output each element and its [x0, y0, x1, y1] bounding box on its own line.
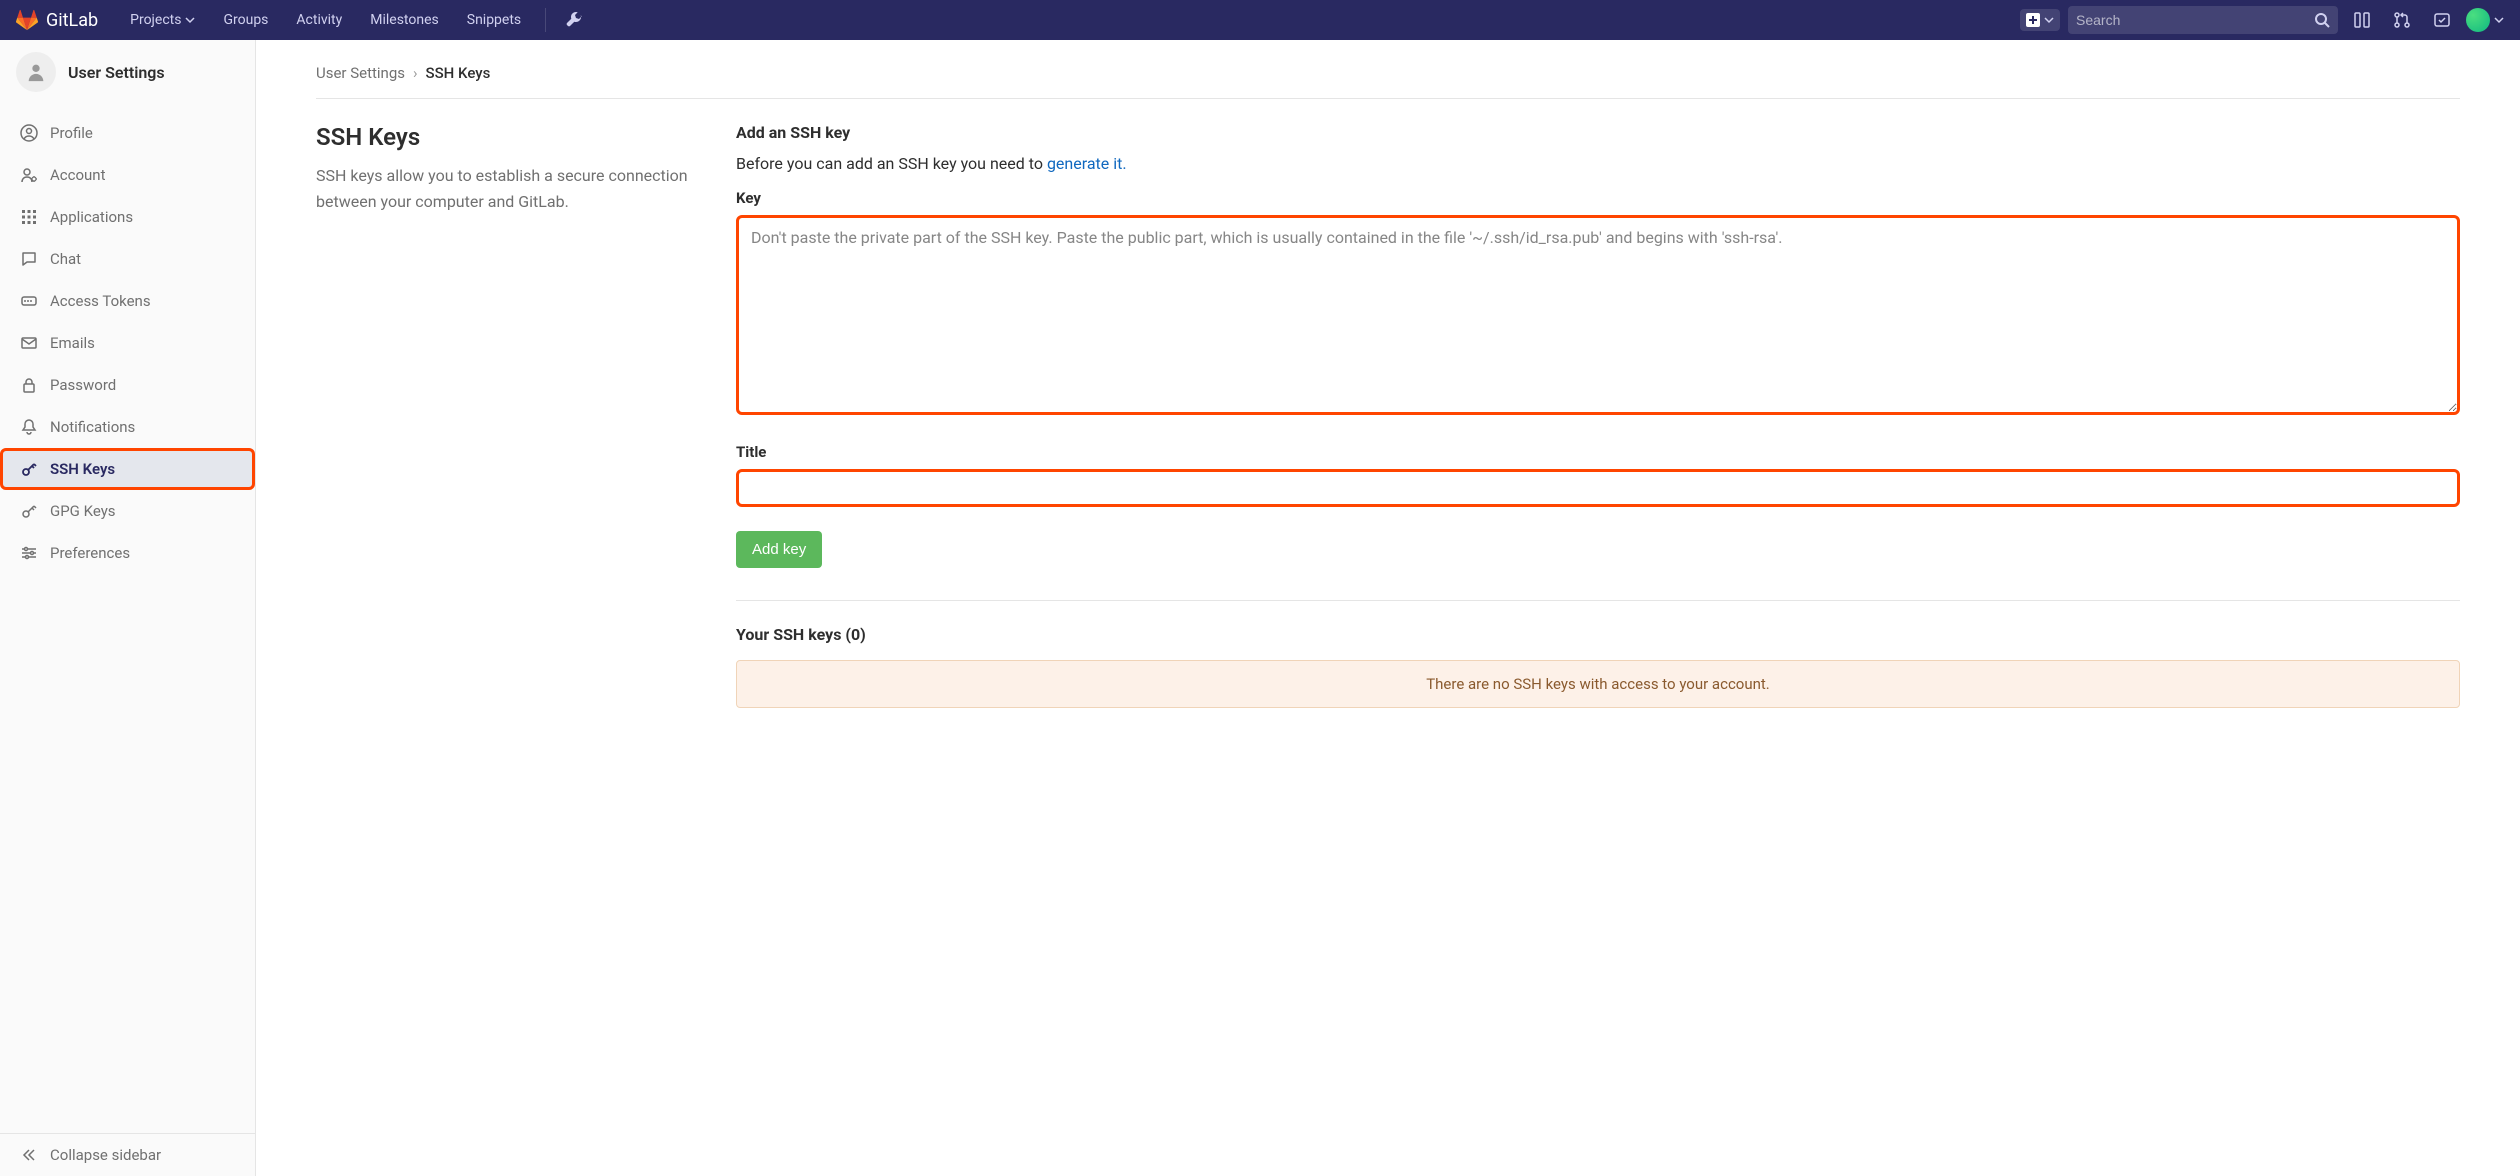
sidebar-title: User Settings — [68, 63, 165, 82]
sidebar-nav: Profile Account Applications Chat Access… — [0, 104, 255, 574]
search-box[interactable] — [2068, 6, 2338, 34]
breadcrumb-current: SSH Keys — [426, 64, 491, 82]
sidebar-item-preferences[interactable]: Preferences — [0, 532, 255, 574]
sidebar-item-label: GPG Keys — [50, 502, 116, 520]
sidebar-item-label: Emails — [50, 334, 95, 352]
nav-snippets[interactable]: Snippets — [455, 0, 533, 40]
form-heading: Add an SSH key — [736, 123, 2460, 142]
new-dropdown-button[interactable] — [2020, 9, 2060, 31]
chat-icon — [20, 250, 38, 268]
title-label: Title — [736, 443, 2460, 461]
collapse-label: Collapse sidebar — [50, 1146, 161, 1164]
brand-text: GitLab — [46, 10, 98, 31]
todos-button[interactable] — [2426, 4, 2458, 36]
user-avatar — [2466, 8, 2490, 32]
admin-wrench-button[interactable] — [558, 4, 590, 36]
sidebar-item-chat[interactable]: Chat — [0, 238, 255, 280]
sidebar-scroll: User Settings Profile Account Applicatio… — [0, 40, 255, 1133]
generate-it-link[interactable]: generate it. — [1047, 154, 1127, 173]
gitlab-icon — [16, 9, 38, 31]
form-intro: Before you can add an SSH key you need t… — [736, 154, 2460, 173]
sidebar-item-gpg-keys[interactable]: GPG Keys — [0, 490, 255, 532]
account-icon — [20, 166, 38, 184]
chevron-right-icon: › — [413, 64, 418, 82]
plus-icon — [2026, 13, 2040, 27]
issues-icon — [2353, 11, 2371, 29]
your-keys-heading: Your SSH keys (0) — [736, 625, 2460, 644]
nav-activity[interactable]: Activity — [284, 0, 354, 40]
sidebar-item-label: Profile — [50, 124, 93, 142]
key-textarea[interactable] — [736, 215, 2460, 415]
applications-icon — [20, 208, 38, 226]
key-icon — [20, 460, 38, 478]
sidebar-item-label: Access Tokens — [50, 292, 151, 310]
user-silhouette-icon — [25, 61, 47, 83]
profile-icon — [20, 124, 38, 142]
divider — [736, 600, 2460, 601]
chevron-down-icon — [185, 15, 195, 25]
navbar-right — [2020, 4, 2504, 36]
sidebar-item-label: Notifications — [50, 418, 135, 436]
chevron-down-icon — [2494, 15, 2504, 25]
sidebar-item-applications[interactable]: Applications — [0, 196, 255, 238]
notifications-icon — [20, 418, 38, 436]
content-left: SSH Keys SSH keys allow you to establish… — [316, 123, 696, 708]
wrench-icon — [566, 12, 582, 28]
sidebar-item-account[interactable]: Account — [0, 154, 255, 196]
main-content: User Settings › SSH Keys SSH Keys SSH ke… — [256, 40, 2520, 1176]
sidebar-item-access-tokens[interactable]: Access Tokens — [0, 280, 255, 322]
gitlab-logo[interactable]: GitLab — [16, 9, 98, 31]
nav-projects[interactable]: Projects — [118, 0, 207, 40]
todos-icon — [2433, 11, 2451, 29]
page-heading: SSH Keys — [316, 123, 696, 151]
sidebar-item-notifications[interactable]: Notifications — [0, 406, 255, 448]
sidebar-item-label: Chat — [50, 250, 81, 268]
sidebar-header: User Settings — [0, 40, 255, 104]
breadcrumb-parent[interactable]: User Settings — [316, 64, 405, 82]
access-tokens-icon — [20, 292, 38, 310]
search-input[interactable] — [2076, 12, 2314, 28]
sidebar: User Settings Profile Account Applicatio… — [0, 40, 256, 1176]
empty-keys-banner: There are no SSH keys with access to you… — [736, 660, 2460, 708]
emails-icon — [20, 334, 38, 352]
sidebar-item-emails[interactable]: Emails — [0, 322, 255, 364]
sidebar-item-ssh-keys[interactable]: SSH Keys — [0, 448, 255, 490]
add-key-button[interactable]: Add key — [736, 531, 822, 568]
content-row: SSH Keys SSH keys allow you to establish… — [316, 123, 2460, 708]
sidebar-item-label: Preferences — [50, 544, 130, 562]
nav-groups[interactable]: Groups — [211, 0, 280, 40]
sidebar-item-label: Account — [50, 166, 106, 184]
collapse-icon — [20, 1146, 38, 1164]
top-navbar: GitLab Projects Groups Activity Mileston… — [0, 0, 2520, 40]
page-layout: User Settings Profile Account Applicatio… — [0, 40, 2520, 1176]
sidebar-item-label: Password — [50, 376, 116, 394]
nav-milestones[interactable]: Milestones — [358, 0, 451, 40]
sidebar-item-profile[interactable]: Profile — [0, 112, 255, 154]
user-menu-button[interactable] — [2466, 8, 2504, 32]
search-icon — [2314, 12, 2330, 28]
sidebar-avatar — [16, 52, 56, 92]
navbar-left: GitLab Projects Groups Activity Mileston… — [16, 0, 590, 40]
merge-request-icon — [2393, 11, 2411, 29]
preferences-icon — [20, 544, 38, 562]
sidebar-item-label: Applications — [50, 208, 133, 226]
merge-requests-button[interactable] — [2386, 4, 2418, 36]
key-label: Key — [736, 189, 2460, 207]
sidebar-item-password[interactable]: Password — [0, 364, 255, 406]
breadcrumb: User Settings › SSH Keys — [316, 64, 2460, 99]
password-icon — [20, 376, 38, 394]
sidebar-item-label: SSH Keys — [50, 460, 115, 478]
title-input[interactable] — [736, 469, 2460, 507]
content-right: Add an SSH key Before you can add an SSH… — [736, 123, 2460, 708]
nav-divider — [545, 8, 546, 32]
collapse-sidebar-button[interactable]: Collapse sidebar — [0, 1133, 255, 1176]
issues-button[interactable] — [2346, 4, 2378, 36]
chevron-down-icon — [2044, 15, 2054, 25]
key-icon — [20, 502, 38, 520]
page-description: SSH keys allow you to establish a secure… — [316, 163, 696, 214]
